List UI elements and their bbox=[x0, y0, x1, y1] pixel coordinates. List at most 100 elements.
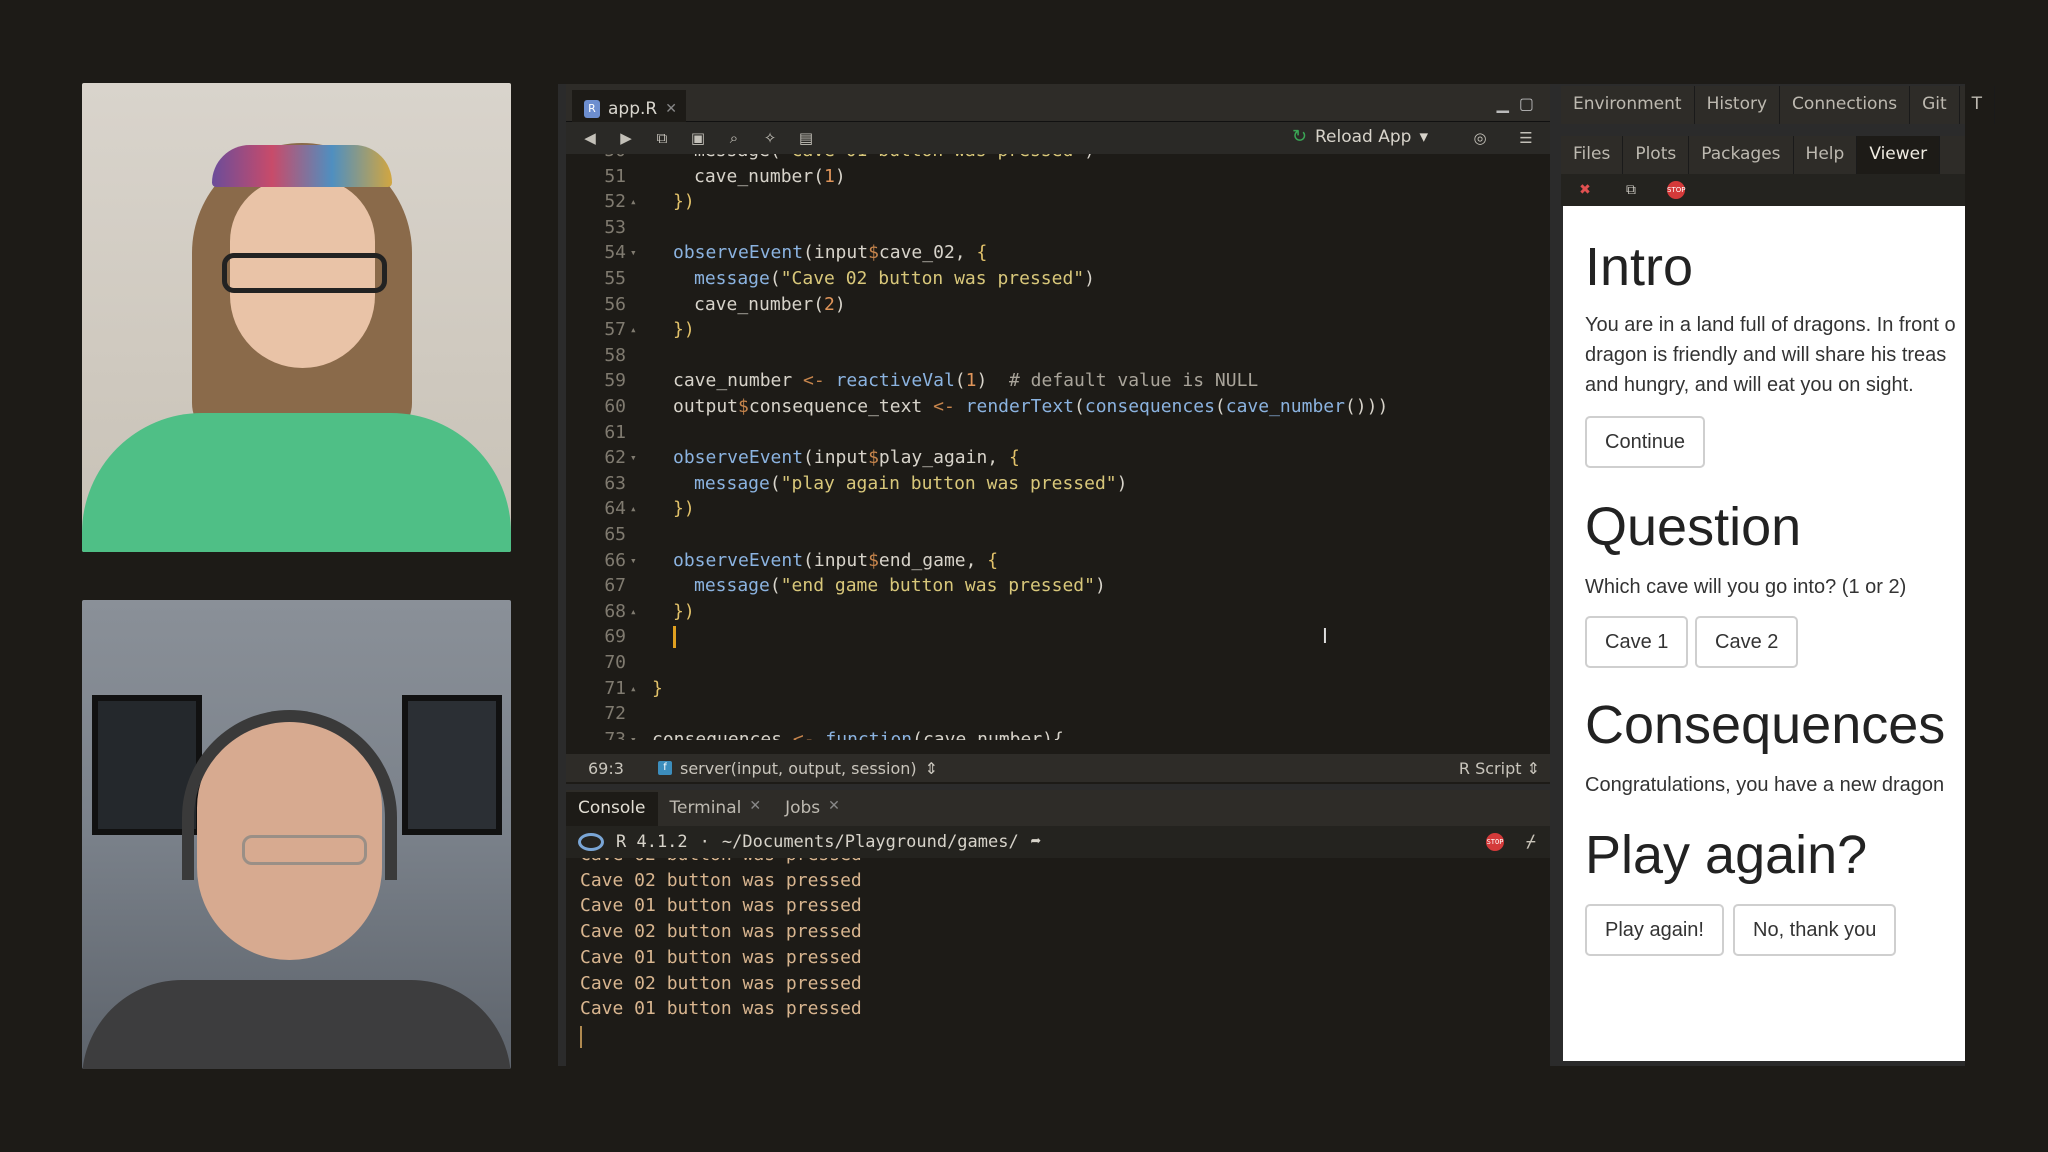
code-line[interactable]: 64 ▴}) bbox=[566, 498, 1550, 523]
save-icon[interactable]: ▣ bbox=[688, 129, 708, 147]
line-number: 66 bbox=[604, 549, 626, 571]
code-area[interactable]: 50message("Cave 01 button was pressed")5… bbox=[566, 154, 1550, 740]
code-line[interactable]: 56 cave_number(2) bbox=[566, 294, 1550, 319]
publish-icon[interactable]: ◎ bbox=[1470, 129, 1490, 147]
code-token: ) bbox=[1084, 154, 1095, 161]
file-type-label: R Script bbox=[1458, 758, 1522, 778]
tab-plots[interactable]: Plots bbox=[1623, 136, 1690, 174]
code-line[interactable]: 66 ▾ observeEvent(input$end_game, { bbox=[566, 550, 1550, 575]
continue-button[interactable]: Continue bbox=[1585, 416, 1706, 468]
code-line[interactable]: 58 bbox=[566, 345, 1550, 370]
tab-history[interactable]: History bbox=[1695, 86, 1781, 124]
tab-viewer[interactable]: Viewer bbox=[1857, 136, 1941, 174]
tab-help[interactable]: Help bbox=[1794, 136, 1858, 174]
code-line[interactable]: 59 cave_number <- reactiveVal(1) # defaul… bbox=[566, 370, 1550, 395]
forward-arrow-icon[interactable]: ▶ bbox=[616, 129, 636, 147]
code-token: "Cave 02 button was pressed" bbox=[780, 268, 1085, 289]
minimize-icon[interactable]: ▁ bbox=[1497, 94, 1509, 113]
tab-packages[interactable]: Packages bbox=[1689, 136, 1794, 174]
clear-viewer-icon[interactable]: ✖ bbox=[1575, 181, 1595, 199]
reload-app-button[interactable]: ↻ Reload App ▾ bbox=[1292, 126, 1428, 147]
code-line[interactable]: 69 bbox=[566, 626, 1550, 651]
code-line[interactable]: 71 ▴} bbox=[566, 678, 1550, 703]
code-text: cave_number <- reactiveVal(1) # default … bbox=[673, 370, 1258, 391]
console-line: Cave 02 button was pressed bbox=[580, 921, 862, 943]
code-line[interactable]: 72 bbox=[566, 703, 1550, 728]
console-tabbar: Console Terminal ✕ Jobs ✕ bbox=[566, 790, 1550, 826]
fold-marker-icon[interactable]: ▾ bbox=[630, 554, 637, 567]
fold-marker-icon[interactable]: ▾ bbox=[630, 246, 637, 259]
fold-marker-icon[interactable]: ▾ bbox=[630, 733, 637, 740]
code-line[interactable]: 54 ▾ observeEvent(input$cave_02, { bbox=[566, 242, 1550, 267]
close-icon[interactable]: ✕ bbox=[749, 798, 761, 826]
file-type-selector[interactable]: R Script ⇕ bbox=[1459, 759, 1540, 778]
code-line[interactable]: 61 bbox=[566, 422, 1550, 447]
console-output[interactable]: Cave 02 button was pressedCave 02 button… bbox=[566, 858, 1550, 1066]
code-token: "play again button was pressed" bbox=[780, 472, 1117, 494]
tab-tutorial[interactable]: T bbox=[1960, 86, 1996, 124]
line-number: 65 bbox=[604, 524, 626, 545]
console-prompt[interactable] bbox=[580, 1025, 582, 1051]
fold-marker-icon[interactable]: ▴ bbox=[630, 502, 637, 515]
code-line[interactable]: 57 ▴}) bbox=[566, 319, 1550, 344]
code-token: ( bbox=[1214, 396, 1226, 417]
back-arrow-icon[interactable]: ◀ bbox=[580, 129, 600, 147]
code-line[interactable]: 60 output$consequence_text <- renderText(… bbox=[566, 396, 1550, 421]
fold-marker-icon[interactable]: ▴ bbox=[630, 605, 637, 618]
code-text: }) bbox=[673, 191, 695, 212]
code-line[interactable]: 73 ▾ consequences <- function(cave_number)… bbox=[566, 729, 1550, 740]
outline-icon[interactable]: ☰ bbox=[1516, 129, 1536, 147]
broom-icon[interactable]: ⌿ bbox=[1526, 832, 1536, 852]
tab-console[interactable]: Console bbox=[566, 792, 658, 826]
fold-marker-icon[interactable]: ▴ bbox=[630, 682, 637, 695]
go-to-directory-icon[interactable]: ➦ bbox=[1031, 832, 1041, 852]
no-thank-you-button[interactable]: No, thank you bbox=[1733, 904, 1897, 956]
search-icon[interactable]: ⌕ bbox=[724, 129, 744, 147]
code-token: ) bbox=[834, 165, 846, 187]
file-tab-app-r[interactable]: R app.R ✕ bbox=[572, 90, 686, 122]
line-number: 61 bbox=[604, 421, 626, 443]
tab-files[interactable]: Files bbox=[1561, 136, 1624, 174]
chevron-down-icon[interactable]: ▾ bbox=[1419, 127, 1428, 147]
show-in-window-icon[interactable]: ⧉ bbox=[652, 129, 672, 147]
cave-1-button[interactable]: Cave 1 bbox=[1585, 616, 1689, 668]
fold-marker-icon[interactable]: ▴ bbox=[630, 323, 637, 336]
maximize-icon[interactable]: ▢ bbox=[1519, 94, 1534, 113]
code-line[interactable]: 51 cave_number(1) bbox=[566, 166, 1550, 191]
code-line[interactable]: 70 bbox=[566, 652, 1550, 677]
line-number: 67 bbox=[604, 575, 626, 597]
code-line[interactable]: 65 bbox=[566, 524, 1550, 549]
cave-2-button[interactable]: Cave 2 bbox=[1695, 616, 1799, 668]
tab-connections[interactable]: Connections bbox=[1780, 86, 1911, 124]
code-line[interactable]: 68 ▴}) bbox=[566, 601, 1550, 626]
code-token: ( bbox=[1074, 396, 1085, 417]
code-token: }) bbox=[673, 191, 695, 213]
stop-icon[interactable]: STOP bbox=[1667, 181, 1685, 199]
code-line[interactable]: 67 message("end game button was pressed") bbox=[566, 575, 1550, 600]
show-in-window-icon[interactable]: ⧉ bbox=[1621, 181, 1641, 199]
code-line[interactable]: 53 bbox=[566, 217, 1550, 242]
code-line[interactable]: 63 message("play again button was pressed… bbox=[566, 473, 1550, 498]
stop-icon[interactable]: STOP bbox=[1486, 833, 1504, 851]
fold-marker-icon[interactable]: ▾ bbox=[630, 451, 637, 464]
close-icon[interactable]: ✕ bbox=[665, 101, 677, 117]
console-line: Cave 01 button was pressed bbox=[580, 946, 862, 968]
code-line[interactable]: 52 ▴}) bbox=[566, 191, 1550, 216]
working-directory[interactable]: ~/Documents/Playground/games/ bbox=[722, 832, 1019, 852]
consequences-heading: Consequences bbox=[1585, 695, 1946, 755]
function-scope-selector[interactable]: f server(input, output, session) ⇕ bbox=[658, 759, 938, 778]
code-line[interactable]: 50 message("Cave 01 button was pressed") bbox=[566, 154, 1550, 165]
line-number: 57 bbox=[604, 319, 626, 341]
code-line[interactable]: 55 message("Cave 02 button was pressed") bbox=[566, 268, 1550, 293]
tab-environment[interactable]: Environment bbox=[1561, 86, 1695, 124]
play-again-button[interactable]: Play again! bbox=[1585, 904, 1724, 956]
tab-jobs[interactable]: Jobs ✕ bbox=[773, 792, 852, 826]
magic-wand-icon[interactable]: ✧ bbox=[760, 129, 780, 147]
close-icon[interactable]: ✕ bbox=[828, 798, 840, 826]
tab-terminal[interactable]: Terminal ✕ bbox=[658, 792, 774, 826]
code-line[interactable]: 62 ▾ observeEvent(input$play_again, { bbox=[566, 447, 1550, 472]
compile-report-icon[interactable]: ▤ bbox=[796, 129, 816, 147]
pane-window-controls: ▁ ▢ bbox=[1497, 94, 1534, 113]
fold-marker-icon[interactable]: ▴ bbox=[630, 195, 637, 208]
tab-git[interactable]: Git bbox=[1910, 86, 1960, 124]
